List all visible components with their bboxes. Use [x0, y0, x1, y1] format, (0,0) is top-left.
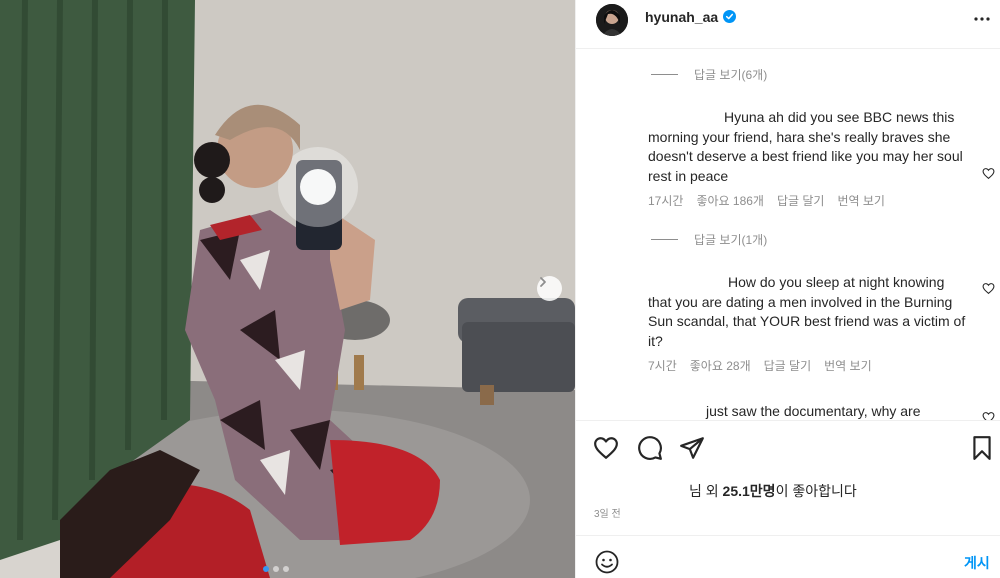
comment-composer: 게시: [576, 535, 1000, 578]
comment-time: 7시간: [648, 359, 677, 373]
comment-likes-count[interactable]: 좋아요 28개: [690, 357, 751, 374]
reply-button[interactable]: 답글 달기: [777, 192, 825, 209]
carousel-dot: [283, 566, 289, 572]
post-photo[interactable]: [0, 0, 575, 578]
comment-body: just saw the documentary, why are: [648, 402, 968, 420]
photo-illustration: [0, 0, 575, 578]
avatar[interactable]: [596, 4, 628, 36]
post-comment-button[interactable]: 게시: [964, 553, 990, 573]
reply-divider: [651, 239, 678, 240]
carousel-indicator: [263, 566, 289, 572]
like-comment-heart-icon[interactable]: [982, 282, 995, 295]
username[interactable]: hyunah_aa: [645, 9, 718, 25]
comment-text: Hyuna ah did you see BBC news this morni…: [648, 109, 963, 184]
likes-suffix: 이 좋아합니다: [775, 483, 857, 499]
like-comment-heart-icon[interactable]: [982, 167, 995, 180]
view-replies-label: 답글 보기(1개): [694, 233, 768, 247]
post-date[interactable]: 3일 전: [594, 505, 621, 520]
comment-text: How do you sleep at night knowing that y…: [648, 274, 966, 349]
likes-prefix: 님 외: [689, 483, 723, 499]
chevron-right-icon: [540, 277, 546, 287]
translate-button[interactable]: 번역 보기: [824, 357, 872, 374]
translate-button[interactable]: 번역 보기: [837, 192, 885, 209]
comment-body: Hyuna ah did you see BBC news this morni…: [648, 108, 968, 186]
bookmark-icon[interactable]: [969, 435, 995, 461]
like-heart-icon[interactable]: [593, 435, 619, 461]
comment-likes-count[interactable]: 좋아요 186개: [696, 192, 764, 209]
comment-bubble-icon[interactable]: [637, 435, 663, 461]
view-replies-toggle[interactable]: 답글 보기(1개): [651, 231, 767, 248]
post-actions: 님 외 25.1만명이 좋아합니다 3일 전: [576, 420, 1000, 540]
comment-meta: 17시간 좋아요 186개 답글 달기 번역 보기: [648, 192, 885, 209]
like-comment-heart-icon[interactable]: [982, 411, 995, 420]
reply-button[interactable]: 답글 달기: [764, 357, 812, 374]
comment-meta: 7시간 좋아요 28개 답글 달기 번역 보기: [648, 357, 872, 374]
comment-list[interactable]: 답글 보기(6개) Hyuna ah did you see BBC news …: [576, 50, 1000, 420]
comment-text: just saw the documentary, why are: [706, 403, 921, 419]
likes-count: 25.1만명: [722, 483, 776, 499]
carousel-dot: [273, 566, 279, 572]
verified-badge-icon: [723, 10, 736, 23]
post-side-panel: hyunah_aa 답글 보기(6개) Hyuna ah did you see…: [575, 0, 1000, 578]
carousel-next-button[interactable]: [537, 276, 562, 301]
emoji-icon[interactable]: [595, 550, 619, 574]
comment-time: 17시간: [648, 194, 684, 208]
view-replies-toggle[interactable]: 답글 보기(6개): [651, 66, 767, 83]
post-header: hyunah_aa: [576, 0, 1000, 49]
more-options-icon[interactable]: [972, 9, 992, 29]
likes-summary[interactable]: 님 외 25.1만명이 좋아합니다: [689, 481, 857, 501]
share-paper-plane-icon[interactable]: [679, 435, 705, 461]
avatar-image: [596, 4, 628, 36]
view-replies-label: 답글 보기(6개): [694, 68, 768, 82]
comment-body: How do you sleep at night knowing that y…: [648, 273, 968, 351]
reply-divider: [651, 74, 678, 75]
carousel-dot-active: [263, 566, 269, 572]
